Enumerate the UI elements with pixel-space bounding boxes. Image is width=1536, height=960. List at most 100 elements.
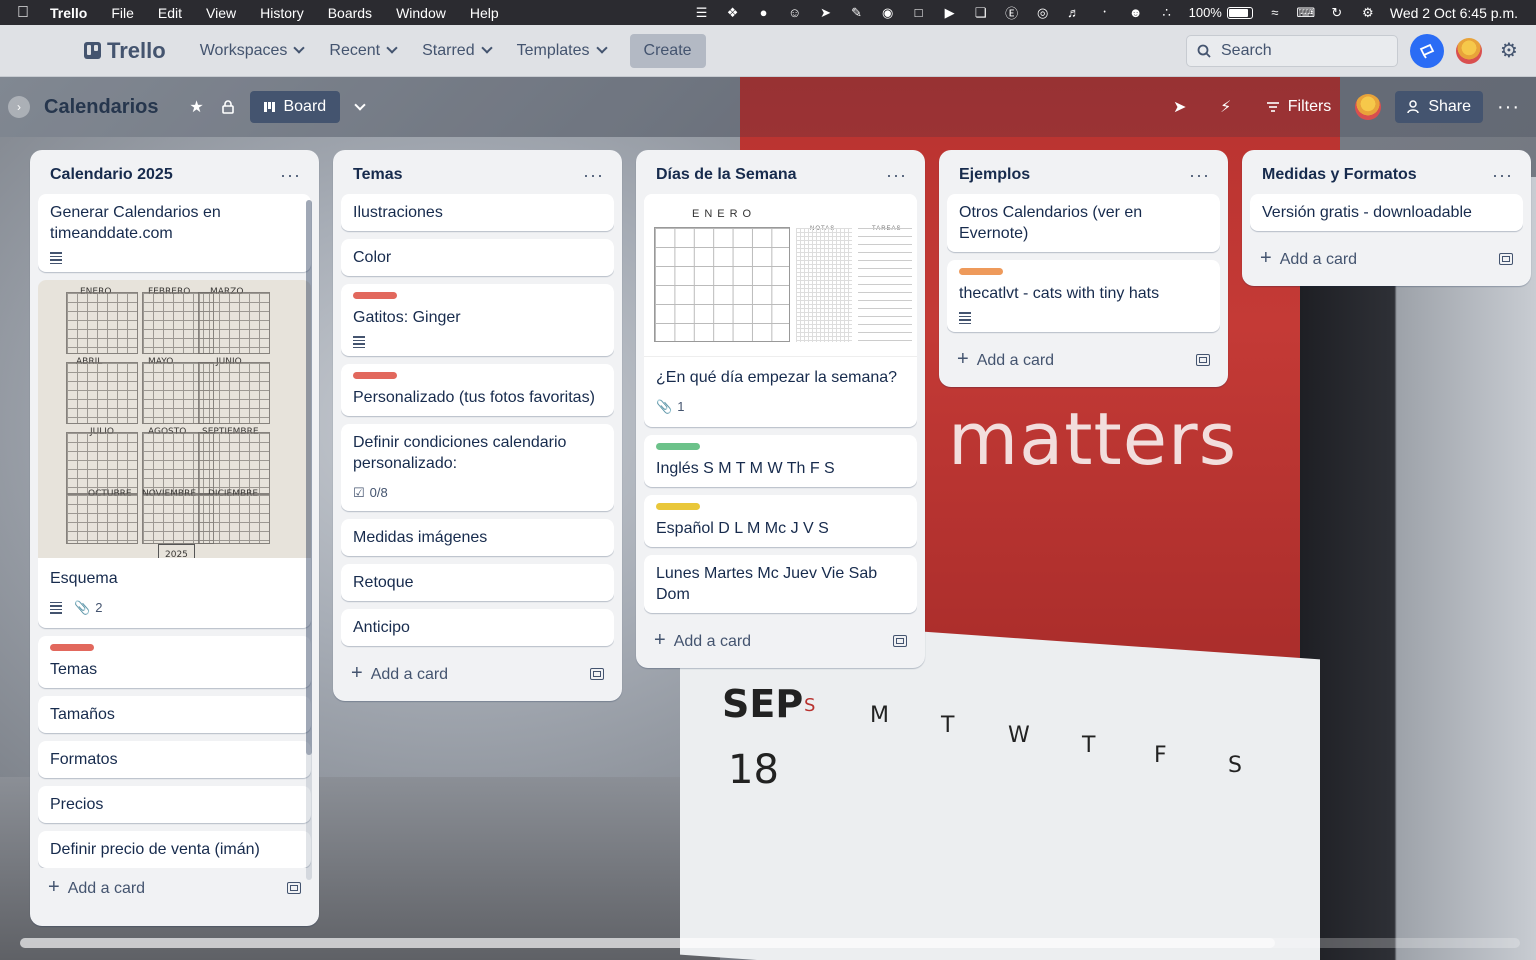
sidebar-toggle-chevron-right-icon[interactable]: › bbox=[8, 96, 30, 118]
search-box[interactable] bbox=[1186, 34, 1398, 67]
power-ups-rocket-icon[interactable]: ➤ bbox=[1164, 91, 1196, 123]
card-label[interactable] bbox=[353, 372, 397, 379]
card[interactable]: thecatlvt - cats with tiny hats bbox=[947, 260, 1220, 332]
card-template-icon[interactable] bbox=[1499, 252, 1513, 265]
member-avatar[interactable] bbox=[1456, 37, 1482, 64]
card[interactable]: Definir precio de venta (imán) bbox=[38, 831, 311, 868]
add-card-button[interactable]: + Add a card bbox=[947, 340, 1220, 379]
menu-history[interactable]: History bbox=[248, 5, 316, 21]
board-member-avatar[interactable] bbox=[1355, 94, 1382, 120]
card[interactable]: Temas bbox=[38, 636, 311, 688]
menu-window[interactable]: Window bbox=[384, 5, 458, 21]
nav-recent[interactable]: Recent bbox=[319, 36, 406, 66]
card-template-icon[interactable] bbox=[1196, 353, 1210, 366]
card[interactable]: Versión gratis - downloadable bbox=[1250, 194, 1523, 231]
add-card-button[interactable]: + Add a card bbox=[1250, 239, 1523, 278]
card[interactable]: Precios bbox=[38, 786, 311, 823]
list-menu-more-icon[interactable]: ··· bbox=[280, 165, 301, 186]
list-title[interactable]: Ejemplos bbox=[959, 166, 1030, 184]
list-title[interactable]: Días de la Semana bbox=[656, 166, 797, 184]
board-horizontal-scrollbar[interactable] bbox=[20, 938, 1520, 948]
card[interactable]: Inglés S M T M W Th F S bbox=[644, 435, 917, 487]
cloud-app-icon[interactable]: ● bbox=[755, 5, 773, 20]
bluetooth-icon[interactable]: ᛫ bbox=[1096, 5, 1114, 20]
card-label[interactable] bbox=[353, 292, 397, 299]
control-center-icon[interactable]: ⚙ bbox=[1359, 5, 1377, 20]
board-menu-more-icon[interactable]: ··· bbox=[1497, 96, 1520, 119]
volume-icon[interactable]: ♬ bbox=[1065, 5, 1083, 20]
card[interactable]: Ilustraciones bbox=[341, 194, 614, 231]
settings-gear-icon[interactable]: ⚙ bbox=[1494, 38, 1524, 63]
notifications-button[interactable] bbox=[1410, 33, 1444, 68]
automation-bolt-icon[interactable]: ⚡ bbox=[1210, 91, 1242, 123]
list-menu-more-icon[interactable]: ··· bbox=[1189, 165, 1210, 186]
card-template-icon[interactable] bbox=[590, 667, 604, 680]
card[interactable]: Lunes Martes Mc Juev Vie Sab Dom bbox=[644, 555, 917, 613]
nav-workspaces[interactable]: Workspaces bbox=[190, 36, 314, 66]
list-title[interactable]: Calendario 2025 bbox=[50, 166, 173, 184]
dropbox-icon[interactable]: ❖ bbox=[724, 5, 742, 20]
lock-icon[interactable] bbox=[212, 91, 244, 123]
card-label[interactable] bbox=[50, 644, 94, 651]
card[interactable]: Medidas imágenes bbox=[341, 519, 614, 556]
add-card-button[interactable]: + Add a card bbox=[341, 654, 614, 693]
create-button[interactable]: Create bbox=[629, 33, 706, 68]
nav-templates[interactable]: Templates bbox=[507, 36, 616, 66]
card-label[interactable] bbox=[656, 443, 700, 450]
accessibility-icon[interactable]: Ⓔ bbox=[1003, 6, 1021, 21]
menu-edit[interactable]: Edit bbox=[146, 5, 194, 21]
card[interactable]: Español D L M Mc J V S bbox=[644, 495, 917, 547]
keyboard-icon[interactable]: ⌨ bbox=[1296, 5, 1315, 20]
add-card-button[interactable]: + Add a card bbox=[38, 868, 311, 907]
window-icon[interactable]: □ bbox=[910, 5, 928, 20]
menu-help[interactable]: Help bbox=[458, 5, 511, 21]
trello-logo[interactable]: Trello bbox=[84, 38, 166, 64]
screens-icon[interactable]: ❏ bbox=[972, 5, 990, 20]
play-icon[interactable]: ▶ bbox=[941, 5, 959, 20]
card[interactable]: Otros Calendarios (ver en Evernote) bbox=[947, 194, 1220, 252]
card-template-icon[interactable] bbox=[893, 634, 907, 647]
list-menu-more-icon[interactable]: ··· bbox=[583, 165, 604, 186]
card[interactable]: Anticipo bbox=[341, 609, 614, 646]
card[interactable]: Gatitos: Ginger bbox=[341, 284, 614, 356]
card[interactable]: Definir condiciones calendario personali… bbox=[341, 424, 614, 511]
apple-menu-icon[interactable]:  bbox=[0, 4, 46, 22]
nav-starred[interactable]: Starred bbox=[412, 36, 500, 66]
board-title[interactable]: Calendarios bbox=[44, 96, 158, 119]
star-icon[interactable]: ★ bbox=[180, 91, 212, 123]
menu-app-trello[interactable]: Trello bbox=[46, 5, 99, 21]
menu-boards[interactable]: Boards bbox=[316, 5, 384, 21]
list-title[interactable]: Temas bbox=[353, 166, 403, 184]
card[interactable]: Formatos bbox=[38, 741, 311, 778]
card[interactable]: Generar Calendarios en timeanddate.com bbox=[38, 194, 311, 272]
views-chevron-down-icon[interactable] bbox=[344, 91, 376, 123]
add-card-button[interactable]: + Add a card bbox=[644, 621, 917, 660]
list-menu-more-icon[interactable]: ··· bbox=[886, 165, 907, 186]
menu-view[interactable]: View bbox=[194, 5, 248, 21]
list-scrollbar[interactable] bbox=[306, 200, 312, 880]
card[interactable]: Tamaños bbox=[38, 696, 311, 733]
menubar-clock[interactable]: Wed 2 Oct 6:45 p.m. bbox=[1390, 5, 1518, 21]
card[interactable]: ENERO NOTAS TAREAS ¿En qué día empezar l… bbox=[644, 194, 917, 427]
user-icon[interactable]: ☻ bbox=[1127, 5, 1145, 20]
card-label[interactable] bbox=[959, 268, 1003, 275]
pen-icon[interactable]: ✎ bbox=[848, 5, 866, 20]
board-view-button[interactable]: Board bbox=[250, 91, 341, 123]
menu-file[interactable]: File bbox=[99, 5, 146, 21]
card-label[interactable] bbox=[656, 503, 700, 510]
card[interactable]: ENERO FEBRERO MARZO ABRIL MAYO JUNIO JUL… bbox=[38, 280, 311, 628]
robot-icon[interactable]: ☺ bbox=[786, 5, 804, 20]
airdrop-icon[interactable]: ◎ bbox=[1034, 5, 1052, 20]
search-input[interactable] bbox=[1221, 41, 1381, 60]
layers-icon[interactable]: ☰ bbox=[693, 5, 711, 20]
share-button[interactable]: Share bbox=[1395, 91, 1484, 123]
activity-icon[interactable]: ∴ bbox=[1158, 5, 1176, 20]
list-menu-more-icon[interactable]: ··· bbox=[1492, 165, 1513, 186]
battery-status[interactable]: 100% bbox=[1189, 5, 1253, 20]
filters-button[interactable]: Filters bbox=[1256, 92, 1342, 122]
time-machine-icon[interactable]: ↻ bbox=[1328, 5, 1346, 20]
card[interactable]: Retoque bbox=[341, 564, 614, 601]
card[interactable]: Personalizado (tus fotos favoritas) bbox=[341, 364, 614, 416]
list-title[interactable]: Medidas y Formatos bbox=[1262, 166, 1417, 184]
animal-icon[interactable]: ➤ bbox=[817, 5, 835, 20]
